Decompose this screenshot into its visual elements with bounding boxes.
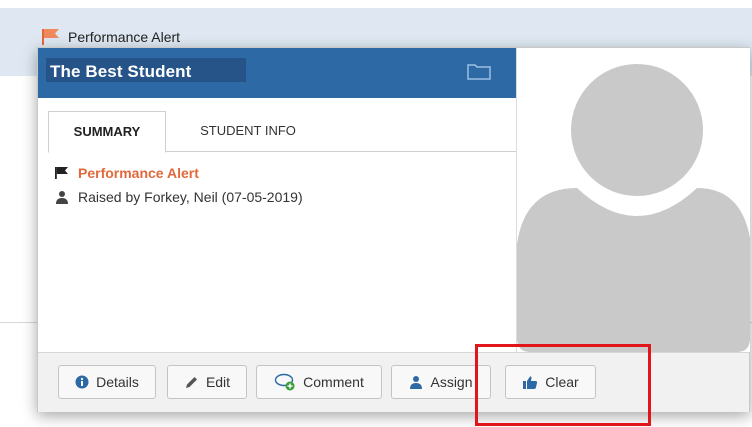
avatar-placeholder-icon [517,64,750,352]
performance-alert-link[interactable]: Performance Alert [78,165,199,181]
summary-content: Performance Alert Raised by Forkey, Neil… [54,163,303,211]
flag-icon [55,167,68,179]
user-icon [56,191,68,204]
tab-summary[interactable]: SUMMARY [48,111,166,153]
annotation-highlight-box [475,344,651,426]
background-alert-label: Performance Alert [68,29,181,45]
raised-by-line: Raised by Forkey, Neil (07-05-2019) [54,187,303,207]
assign-label: Assign [430,374,473,390]
edit-button[interactable]: Edit [167,365,247,399]
details-label: Details [96,374,139,390]
tab-student-info[interactable]: STUDENT INFO [174,111,322,151]
info-icon [75,375,89,389]
user-icon [410,376,423,389]
alert-line: Performance Alert [54,163,303,183]
comment-button[interactable]: Comment [256,365,382,399]
folder-icon[interactable] [466,61,492,81]
comment-label: Comment [303,374,364,390]
flag-icon [42,29,59,45]
raised-by-text: Raised by Forkey, Neil (07-05-2019) [78,189,303,205]
edit-label: Edit [205,374,231,390]
student-name: The Best Student [50,62,192,81]
popover-tabs: SUMMARY STUDENT INFO [48,111,516,153]
details-button[interactable]: Details [58,365,156,399]
student-photo [516,48,750,352]
comment-add-icon [274,373,295,391]
popover-header: The Best Student [38,48,516,98]
pencil-icon [185,376,197,388]
background-alert-row[interactable]: Performance Alert [40,26,180,48]
